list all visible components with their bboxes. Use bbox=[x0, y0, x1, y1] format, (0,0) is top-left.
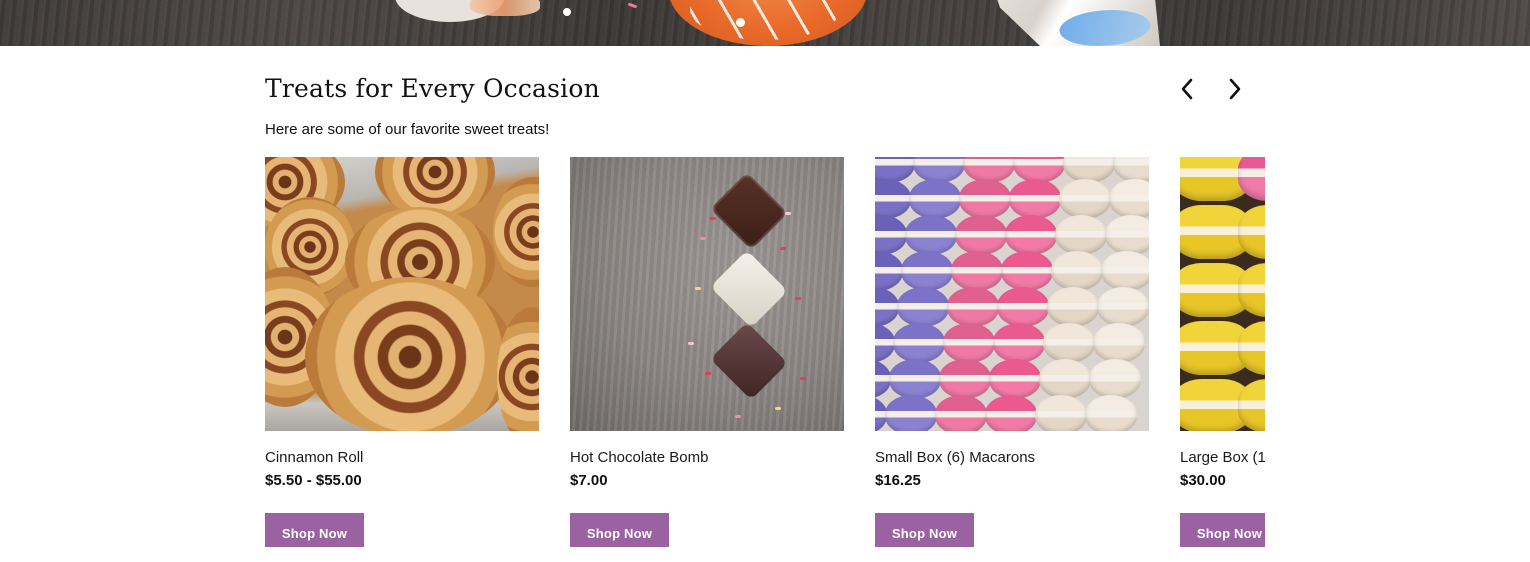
macaron-graphic bbox=[875, 323, 895, 363]
macaron-graphic bbox=[1005, 215, 1057, 255]
product-price: $30.00 bbox=[1180, 472, 1226, 489]
sprinkle bbox=[795, 297, 801, 300]
product-name[interactable]: Small Box (6) Macarons bbox=[875, 449, 1149, 467]
sprinkle bbox=[700, 237, 706, 240]
product-image[interactable] bbox=[875, 157, 1149, 431]
macaron-graphic bbox=[875, 179, 911, 219]
hero-treat-image bbox=[470, 0, 540, 16]
macaron-graphic bbox=[875, 251, 903, 291]
macaron-graphic bbox=[1009, 179, 1061, 219]
macaron-graphic bbox=[1093, 323, 1145, 363]
macaron-graphic bbox=[875, 215, 907, 255]
macaron-graphic bbox=[909, 179, 961, 219]
product-name[interactable]: Hot Chocolate Bomb bbox=[570, 449, 844, 467]
product-card: Small Box (6) Macarons $16.25 Shop Now bbox=[875, 157, 1149, 547]
macaron-graphic bbox=[943, 323, 995, 363]
product-price: $16.25 bbox=[875, 472, 921, 489]
shop-now-button[interactable]: Shop Now bbox=[265, 513, 364, 547]
macaron-graphic bbox=[1097, 287, 1149, 327]
macaron-graphic bbox=[1085, 395, 1137, 431]
macaron-graphic bbox=[1001, 251, 1053, 291]
macaron-graphic bbox=[959, 179, 1011, 219]
product-card: Hot Chocolate Bomb $7.00 Shop Now bbox=[570, 157, 844, 547]
product-image[interactable] bbox=[570, 157, 844, 431]
macaron-graphic bbox=[893, 323, 945, 363]
macaron-graphic bbox=[993, 323, 1045, 363]
macaron-graphic bbox=[951, 251, 1003, 291]
hero-banner bbox=[0, 0, 1530, 46]
shop-now-button[interactable]: Shop Now bbox=[570, 513, 669, 547]
chevron-left-icon bbox=[1181, 78, 1193, 100]
macaron-graphic bbox=[897, 287, 949, 327]
hero-sprinkle bbox=[627, 2, 638, 9]
sprinkle bbox=[705, 372, 711, 375]
shop-now-button[interactable]: Shop Now bbox=[1180, 513, 1265, 547]
macaron-graphic bbox=[1089, 359, 1141, 399]
macaron-graphic bbox=[989, 359, 1041, 399]
sprinkle bbox=[800, 377, 806, 380]
sprinkle bbox=[775, 407, 781, 410]
macaron-graphic bbox=[1101, 251, 1149, 291]
product-name[interactable]: Large Box (1 bbox=[1180, 449, 1265, 467]
sprinkle bbox=[695, 287, 701, 290]
product-carousel: Cinnamon Roll $5.50 - $55.00 Shop Now Ho… bbox=[265, 157, 1265, 547]
macaron-graphic bbox=[1105, 215, 1149, 255]
macaron-graphic bbox=[935, 395, 987, 431]
product-image[interactable] bbox=[1180, 157, 1265, 431]
product-price: $5.50 - $55.00 bbox=[265, 472, 362, 489]
carousel-next-button[interactable] bbox=[1222, 76, 1248, 102]
carousel-prev-button[interactable] bbox=[1174, 76, 1200, 102]
section-title: Treats for Every Occasion bbox=[265, 74, 600, 103]
product-name[interactable]: Cinnamon Roll bbox=[265, 449, 539, 467]
shop-now-button[interactable]: Shop Now bbox=[875, 513, 974, 547]
carousel-indicator-dot[interactable] bbox=[736, 18, 745, 27]
sprinkle bbox=[688, 342, 694, 345]
sprinkle bbox=[780, 247, 786, 250]
sprinkle bbox=[710, 217, 716, 220]
macaron-graphic bbox=[1039, 359, 1091, 399]
macaron-graphic bbox=[1051, 251, 1103, 291]
macaron-graphic bbox=[1047, 287, 1099, 327]
macaron-graphic bbox=[885, 395, 937, 431]
product-image[interactable] bbox=[265, 157, 539, 431]
macaron-graphic bbox=[905, 215, 957, 255]
macaron-graphic bbox=[1035, 395, 1087, 431]
product-price: $7.00 bbox=[570, 472, 608, 489]
macaron-graphic bbox=[1109, 179, 1149, 219]
product-card: Cinnamon Roll $5.50 - $55.00 Shop Now bbox=[265, 157, 539, 547]
macaron-graphic bbox=[1043, 323, 1095, 363]
macaron-graphic bbox=[947, 287, 999, 327]
chevron-right-icon bbox=[1229, 78, 1241, 100]
macaron-graphic bbox=[997, 287, 1049, 327]
macaron-graphic bbox=[1059, 179, 1111, 219]
macaron-graphic bbox=[1055, 215, 1107, 255]
macaron-graphic bbox=[901, 251, 953, 291]
macaron-graphic bbox=[985, 395, 1037, 431]
chocolate-bomb-graphic bbox=[710, 172, 788, 250]
section-subtitle: Here are some of our favorite sweet trea… bbox=[265, 121, 550, 138]
macaron-graphic bbox=[875, 287, 899, 327]
macaron-graphic bbox=[889, 359, 941, 399]
macaron-graphic bbox=[939, 359, 991, 399]
macaron-graphic bbox=[955, 215, 1007, 255]
hero-sprinkle bbox=[563, 8, 571, 16]
chocolate-bomb-graphic bbox=[710, 250, 788, 328]
sprinkle bbox=[785, 212, 791, 215]
roll-graphic bbox=[305, 277, 515, 431]
chocolate-bomb-graphic bbox=[710, 322, 788, 400]
sprinkle bbox=[735, 415, 741, 418]
product-card: Large Box (1 $30.00 Shop Now bbox=[1180, 157, 1265, 547]
